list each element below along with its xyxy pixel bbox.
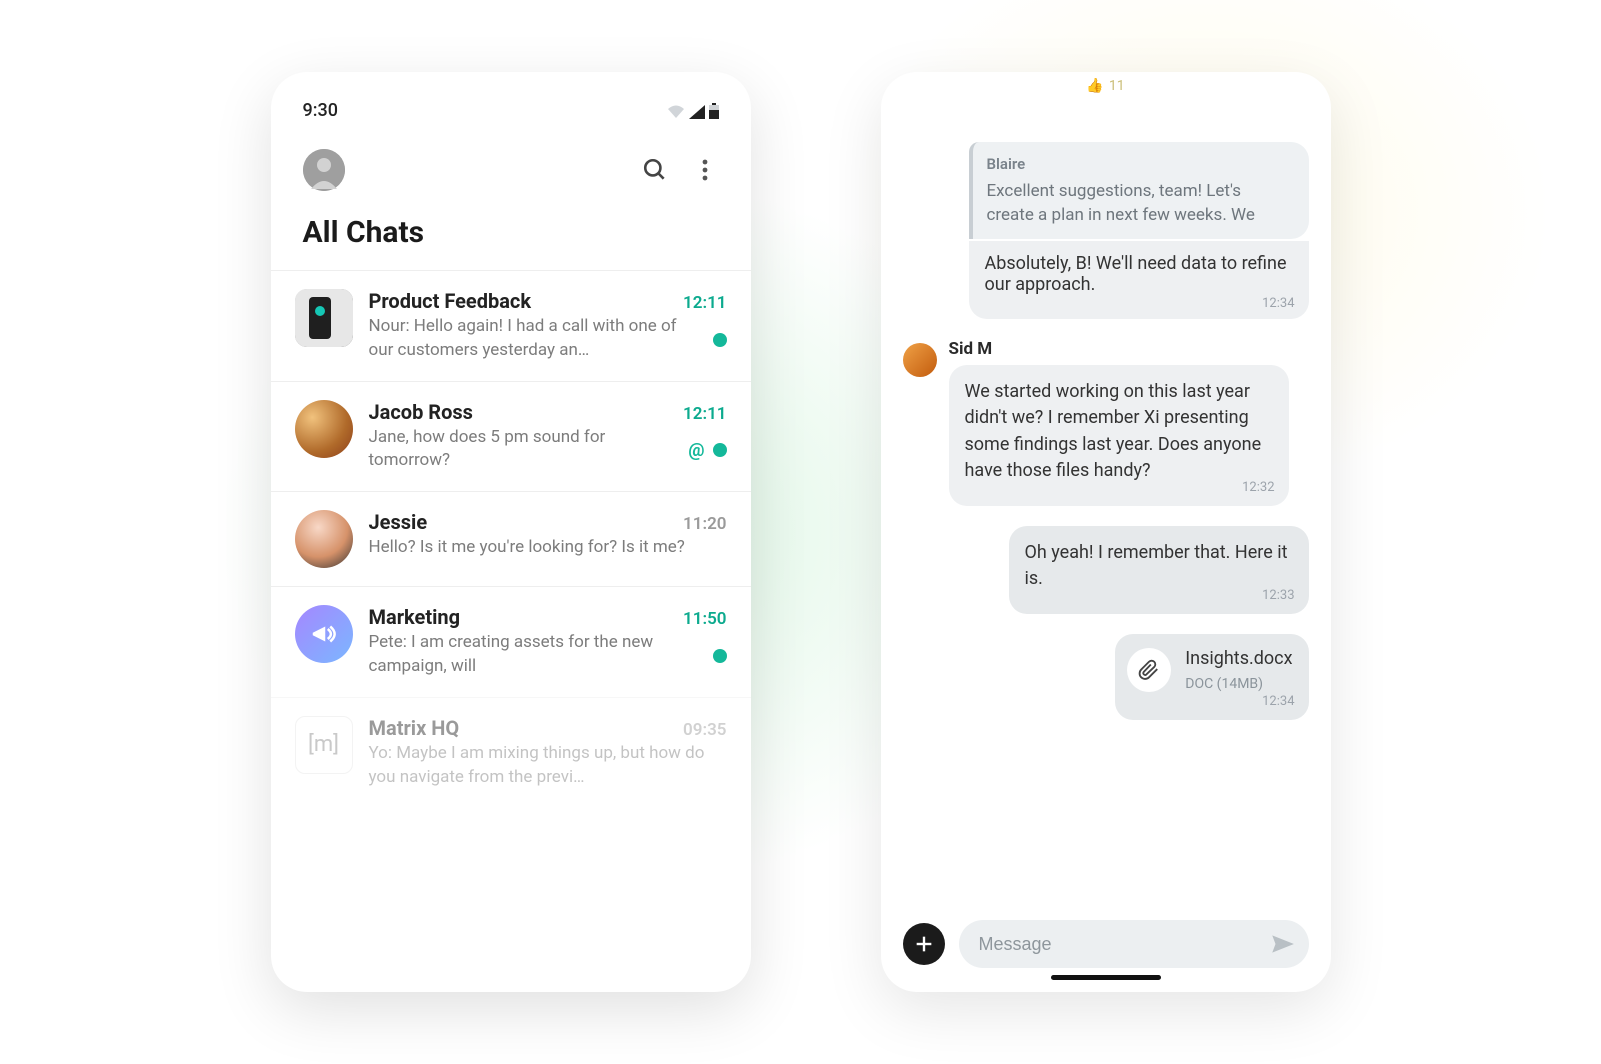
message-input-container [959, 920, 1309, 968]
chat-item-jacob-ross[interactable]: Jacob Ross 12:11 Jane, how does 5 pm sou… [271, 381, 751, 492]
message-text: We started working on this last year did… [965, 381, 1262, 480]
search-icon[interactable] [641, 156, 669, 184]
chat-name: Marketing [369, 605, 461, 629]
chat-item-jessie[interactable]: Jessie 11:20 Hello? Is it me you're look… [271, 491, 751, 586]
unread-dot [713, 333, 727, 347]
chat-avatar [295, 605, 353, 663]
top-bar [271, 121, 751, 205]
chat-time: 12:11 [683, 293, 726, 313]
message-time: 12:33 [1262, 587, 1294, 606]
battery-icon [709, 103, 719, 119]
chat-preview: Nour: Hello again! I had a call with one… [369, 315, 705, 363]
paperclip-icon [1127, 648, 1171, 692]
chat-name: Product Feedback [369, 289, 532, 313]
quote-sender: Blaire [987, 154, 1293, 176]
chat-item-marketing[interactable]: Marketing 11:50 Pete: I am creating asse… [271, 586, 751, 697]
status-time: 9:30 [303, 100, 338, 121]
unread-dot [713, 443, 727, 457]
message-time: 12:32 [1242, 479, 1274, 498]
sender-avatar[interactable] [903, 343, 937, 377]
profile-avatar[interactable] [303, 149, 345, 191]
chat-panel: 👍 11 Blaire Excellent suggestions, team!… [881, 72, 1331, 992]
message-file-attachment[interactable]: Insights.docx DOC (14MB) 12:34 [903, 634, 1309, 720]
message-input[interactable] [979, 934, 1269, 955]
thumbs-up-icon: 👍 [1086, 78, 1103, 94]
chat-preview: Hello? Is it me you're looking for? Is i… [369, 536, 727, 560]
message-text: Oh yeah! I remember that. Here it is. [1025, 542, 1288, 589]
wifi-icon [667, 105, 685, 119]
message-bubble: Oh yeah! I remember that. Here it is. 12… [1009, 526, 1309, 614]
status-icons [667, 103, 719, 119]
message-incoming[interactable]: Sid M We started working on this last ye… [903, 339, 1309, 505]
message-outgoing-quoted[interactable]: Blaire Excellent suggestions, team! Let'… [903, 142, 1309, 319]
message-bubble: We started working on this last year did… [949, 365, 1289, 505]
reaction-count: 11 [1109, 78, 1125, 94]
message-time: 12:34 [1262, 693, 1294, 712]
chat-preview: Pete: I am creating assets for the new c… [369, 631, 705, 679]
chat-preview: Jane, how does 5 pm sound for tomorrow? [369, 426, 681, 474]
mention-icon: @ [688, 440, 704, 461]
home-indicator [1051, 975, 1161, 980]
chat-time: 12:11 [683, 404, 726, 424]
chat-avatar [295, 289, 353, 347]
chat-name: Jessie [369, 510, 428, 534]
chat-avatar [295, 510, 353, 568]
message-list: Blaire Excellent suggestions, team! Let'… [903, 102, 1309, 902]
unread-dot [713, 649, 727, 663]
chat-item-matrix-hq[interactable]: [m] Matrix HQ 09:35 Yo: Maybe I am mixin… [271, 697, 751, 808]
quote-block: Blaire Excellent suggestions, team! Let'… [969, 142, 1309, 239]
signal-icon [689, 105, 705, 119]
message-time: 12:34 [1262, 296, 1294, 311]
chat-item-product-feedback[interactable]: Product Feedback 12:11 Nour: Hello again… [271, 270, 751, 381]
chat-time: 11:50 [683, 609, 726, 629]
quote-text: Excellent suggestions, team! Let's creat… [987, 180, 1293, 228]
more-icon[interactable] [691, 156, 719, 184]
file-name: Insights.docx [1185, 646, 1292, 672]
chat-time: 11:20 [683, 514, 726, 534]
chat-preview: Yo: Maybe I am mixing things up, but how… [369, 742, 727, 790]
status-bar: 9:30 [271, 100, 751, 121]
page-title: All Chats [271, 205, 751, 270]
message-outgoing[interactable]: Oh yeah! I remember that. Here it is. 12… [903, 526, 1309, 614]
file-meta: DOC (14MB) [1185, 674, 1292, 694]
composer [903, 920, 1309, 968]
chat-name: Matrix HQ [369, 716, 460, 740]
chat-list: Product Feedback 12:11 Nour: Hello again… [271, 270, 751, 807]
send-icon[interactable] [1269, 931, 1295, 957]
add-attachment-button[interactable] [903, 923, 945, 965]
reply-bubble: Absolutely, B! We'll need data to refine… [969, 241, 1309, 319]
message-text: Absolutely, B! We'll need data to refine… [985, 253, 1287, 295]
chat-avatar: [m] [295, 716, 353, 774]
sender-name: Sid M [949, 339, 1309, 359]
chat-name: Jacob Ross [369, 400, 473, 424]
chat-list-phone: 9:30 All Chats Produ [271, 72, 751, 992]
reaction-badge[interactable]: 👍 11 [1086, 78, 1124, 94]
chat-avatar [295, 400, 353, 458]
chat-time: 09:35 [683, 720, 726, 740]
file-bubble[interactable]: Insights.docx DOC (14MB) 12:34 [1115, 634, 1308, 720]
